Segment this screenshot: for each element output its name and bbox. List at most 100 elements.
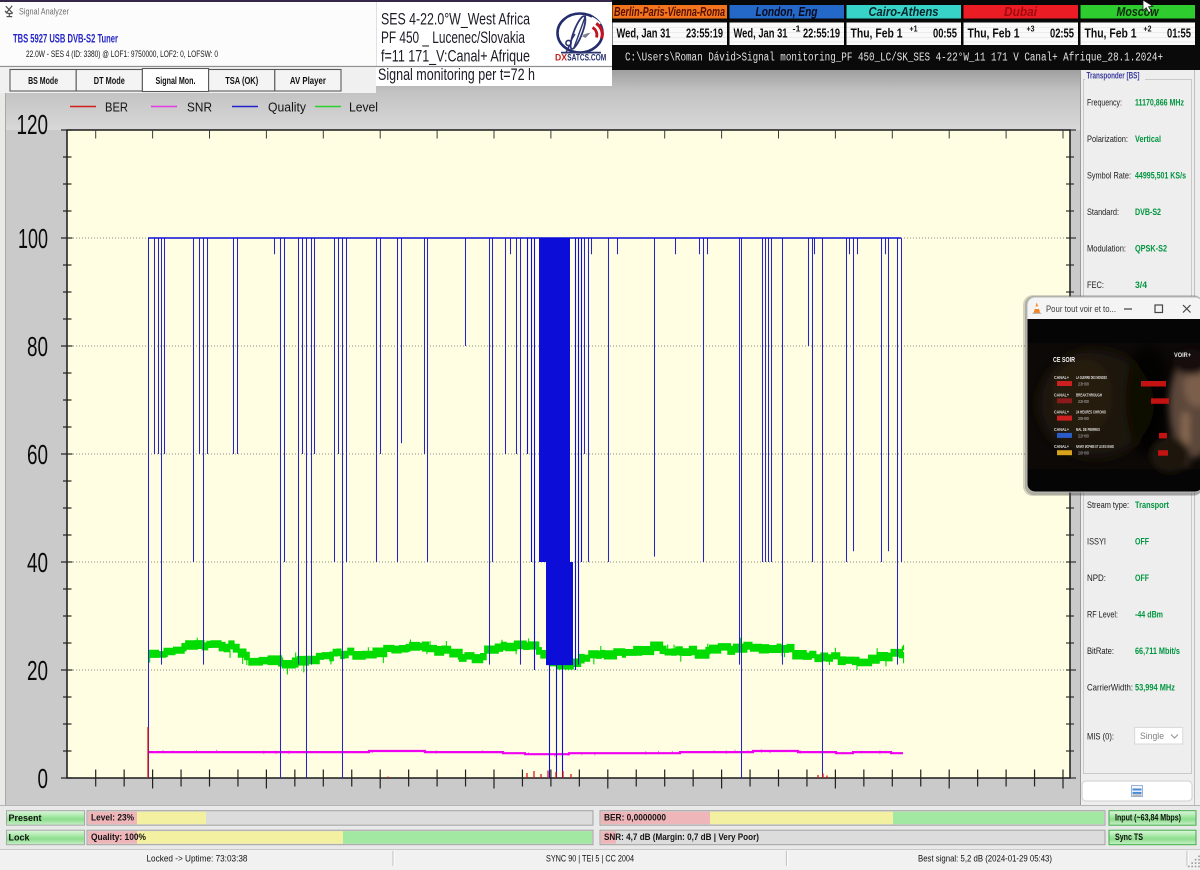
svg-text:23H00: 23H00 (1078, 382, 1090, 387)
svg-text:Quality: Quality (268, 101, 307, 115)
svg-text:Wed, Jan 31: Wed, Jan 31 (617, 26, 671, 41)
svg-text:Thu, Feb 1: Thu, Feb 1 (968, 26, 1020, 41)
svg-text:+3: +3 (1027, 24, 1035, 34)
svg-text:Present: Present (9, 813, 42, 823)
svg-text:-1: -1 (793, 24, 801, 34)
svg-text:Wed, Jan 31: Wed, Jan 31 (734, 26, 788, 41)
svg-text:RF Level:: RF Level: (1087, 610, 1118, 621)
svg-text:Signal Analyzer: Signal Analyzer (19, 7, 69, 18)
svg-text:PF 450 _ Lucenec/Slovakia: PF 450 _ Lucenec/Slovakia (381, 29, 526, 47)
svg-text:Quality: 100%: Quality: 100% (91, 832, 146, 842)
svg-text:VOIR+: VOIR+ (1174, 353, 1191, 359)
svg-text:CE SOIR: CE SOIR (1053, 355, 1075, 364)
svg-text:BitRate:: BitRate: (1087, 646, 1114, 657)
svg-text:Frequency:: Frequency: (1087, 98, 1122, 109)
svg-text:OFF: OFF (1135, 573, 1149, 584)
svg-text:Input (~63,84 Mbps): Input (~63,84 Mbps) (1115, 813, 1181, 823)
svg-text:66,711 Mbit/s: 66,711 Mbit/s (1135, 646, 1180, 657)
svg-text:Modulation:: Modulation: (1087, 244, 1126, 255)
svg-text:40: 40 (27, 547, 48, 578)
svg-text:Lock: Lock (9, 833, 31, 843)
svg-text:20: 20 (27, 655, 48, 686)
svg-text:22.0W - SES 4 (ID: 3380) @ LOF: 22.0W - SES 4 (ID: 3380) @ LOF1: 9750000… (26, 49, 218, 60)
svg-text:DT Mode: DT Mode (94, 75, 125, 87)
svg-text:22H00: 22H00 (1078, 399, 1090, 404)
svg-text:Best signal: 5,2 dB (2024-01-2: Best signal: 5,2 dB (2024-01-29 05:43) (918, 854, 1052, 865)
svg-text:NANNY MCPHEE ET LE BIG BAND: NANNY MCPHEE ET LE BIG BAND (1076, 444, 1114, 450)
svg-text:3/4: 3/4 (1135, 280, 1148, 291)
svg-text:80: 80 (27, 331, 48, 362)
svg-text:TBS 5927 USB DVB-S2 Tuner: TBS 5927 USB DVB-S2 Tuner (13, 32, 118, 46)
svg-text:Dubai: Dubai (1004, 5, 1037, 19)
svg-text:CANAL+: CANAL+ (1054, 392, 1069, 397)
svg-text:MAL DE PIERRES: MAL DE PIERRES (1076, 427, 1100, 433)
svg-text:Cairo-Athens: Cairo-Athens (869, 5, 939, 19)
svg-text:Stream type:: Stream type: (1087, 500, 1129, 511)
svg-text:BS Mode: BS Mode (28, 75, 58, 87)
svg-text:02:55: 02:55 (1050, 26, 1074, 41)
svg-text:f=11 171_V:Canal+ Afrique: f=11 171_V:Canal+ Afrique (381, 48, 530, 66)
svg-text:SNR: 4,7 dB (Margin: 0,7 dB |: SNR: 4,7 dB (Margin: 0,7 dB | Very Poor) (604, 832, 759, 842)
svg-text:Signal Mon.: Signal Mon. (156, 75, 196, 87)
svg-text:44995,501 KS/s: 44995,501 KS/s (1135, 171, 1186, 182)
svg-text:AV Player: AV Player (290, 75, 326, 87)
svg-text:NPD:: NPD: (1087, 573, 1106, 584)
svg-text:London, Eng: London, Eng (756, 5, 818, 19)
svg-text:24 HEURES CHRONO: 24 HEURES CHRONO (1076, 410, 1106, 416)
svg-text:BREAKTHROUGH: BREAKTHROUGH (1076, 392, 1102, 398)
svg-text:Locked -> Uptime: 73:03:38: Locked -> Uptime: 73:03:38 (147, 854, 248, 865)
svg-text:Level: 23%: Level: 23% (91, 813, 134, 823)
svg-text:SATCS.COM: SATCS.COM (567, 53, 606, 64)
svg-text:BER: 0,0000000: BER: 0,0000000 (604, 813, 666, 823)
svg-text:Polarization:: Polarization: (1087, 134, 1128, 145)
svg-text:Standard:: Standard: (1087, 207, 1119, 218)
svg-text:TSA (OK): TSA (OK) (225, 75, 258, 87)
svg-text:60: 60 (27, 439, 48, 470)
svg-text:01:55: 01:55 (1167, 26, 1191, 41)
svg-text:CANAL+: CANAL+ (1054, 375, 1069, 380)
svg-text:Level: Level (349, 101, 378, 115)
svg-text:Thu, Feb 1: Thu, Feb 1 (851, 26, 903, 41)
svg-text:20H00: 20H00 (1078, 416, 1090, 421)
svg-text:ISSYI: ISSYI (1087, 537, 1106, 548)
svg-text:CANAL+: CANAL+ (1054, 444, 1069, 449)
svg-text:MIS (0):: MIS (0): (1087, 732, 1114, 743)
svg-text:C:\Users\Roman Dávid>Signal mo: C:\Users\Roman Dávid>Signal monitoring_P… (625, 52, 1163, 65)
svg-text:CANAL+: CANAL+ (1054, 427, 1069, 432)
svg-text:Moscow: Moscow (1117, 5, 1160, 19)
svg-text:Transponder [BS]: Transponder [BS] (1087, 71, 1140, 82)
svg-text:Pour tout voir et to...: Pour tout voir et to... (1046, 304, 1116, 315)
svg-text:+1: +1 (910, 24, 918, 34)
svg-text:+2: +2 (1144, 24, 1152, 34)
svg-text:20H00: 20H00 (1078, 451, 1090, 456)
svg-text:22H00: 22H00 (1078, 433, 1090, 438)
svg-text:Vertical: Vertical (1135, 134, 1161, 145)
svg-text:Transport: Transport (1135, 500, 1170, 511)
svg-text:SES 4-22.0°W_West Africa: SES 4-22.0°W_West Africa (381, 11, 531, 29)
svg-text:-44 dBm: -44 dBm (1135, 610, 1163, 621)
svg-text:QPSK-S2: QPSK-S2 (1135, 244, 1167, 255)
svg-text:Berlin-Paris-Vienna-Roma: Berlin-Paris-Vienna-Roma (614, 5, 725, 19)
svg-text:BER: BER (105, 101, 128, 115)
svg-text:0: 0 (38, 763, 49, 794)
svg-text:SNR: SNR (187, 101, 212, 115)
svg-text:CANAL+: CANAL+ (1054, 410, 1069, 415)
svg-text:CarrierWidth:: CarrierWidth: (1087, 683, 1133, 694)
svg-text:Sync TS: Sync TS (1115, 832, 1143, 842)
svg-text:Thu, Feb 1: Thu, Feb 1 (1085, 26, 1137, 41)
svg-text:22:55:19: 22:55:19 (803, 26, 840, 41)
svg-text:100: 100 (18, 223, 48, 254)
svg-text:LA GUERRE DES MONDES: LA GUERRE DES MONDES (1076, 375, 1107, 381)
svg-text:23:55:19: 23:55:19 (686, 26, 723, 41)
svg-text:DX: DX (555, 53, 568, 64)
svg-text:FEC:: FEC: (1087, 280, 1104, 291)
svg-text:Signal monitoring per t=72 h: Signal monitoring per t=72 h (378, 66, 535, 84)
svg-text:Symbol Rate:: Symbol Rate: (1087, 171, 1131, 182)
svg-text:00:55: 00:55 (933, 26, 957, 41)
svg-text:OFF: OFF (1135, 537, 1149, 548)
svg-text:DVB-S2: DVB-S2 (1135, 207, 1161, 218)
svg-text:11170,866 MHz: 11170,866 MHz (1135, 98, 1184, 109)
svg-text:53,994 MHz: 53,994 MHz (1135, 683, 1175, 694)
svg-text:120: 120 (17, 109, 49, 140)
svg-text:Single: Single (1140, 731, 1164, 742)
